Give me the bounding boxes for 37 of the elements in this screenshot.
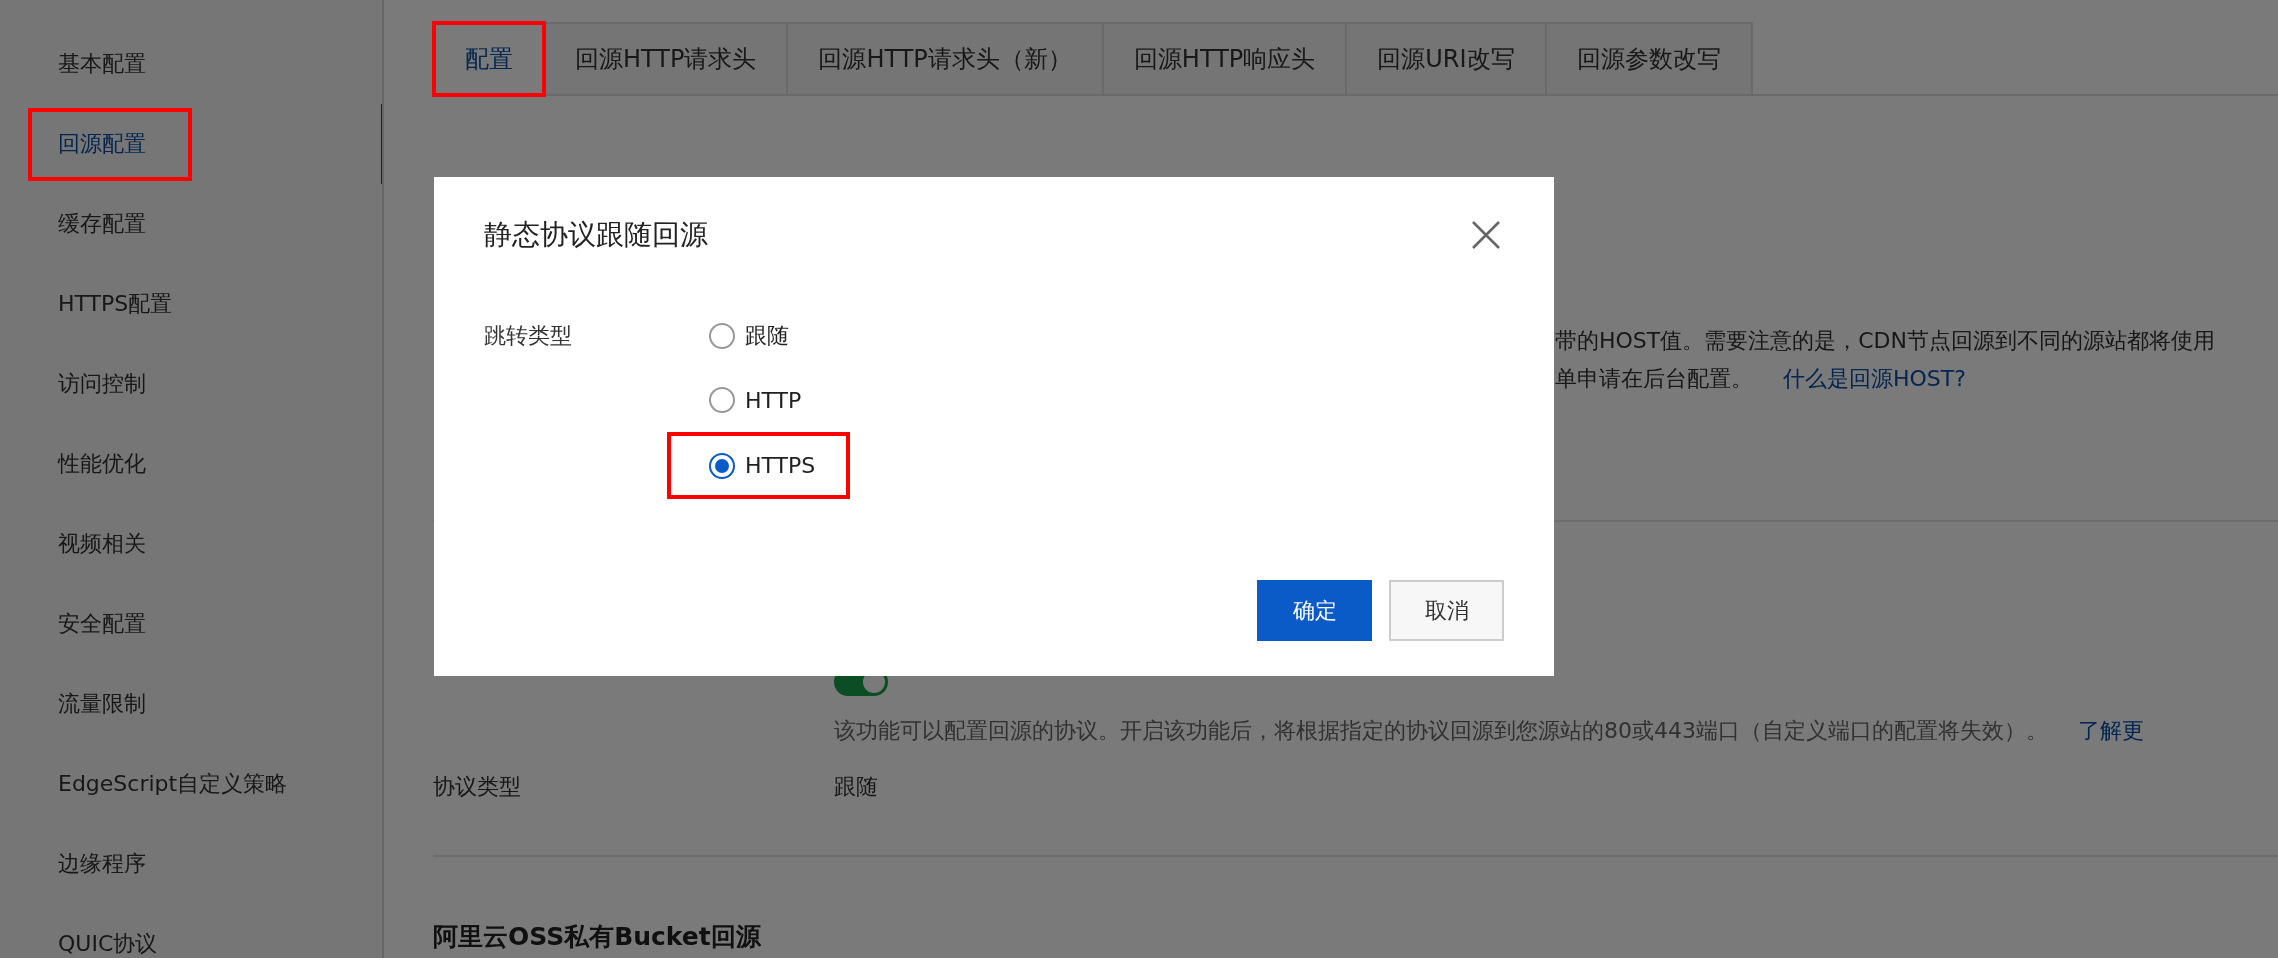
description-text: 该功能可以配置回源的协议。开启该功能后，将根据指定的协议回源到您源站的80或443端口（自定义端口的配置将失效）。 — [834, 717, 2048, 745]
field-label: 跳转类型 — [484, 322, 573, 350]
field-value: 跟随 — [834, 773, 878, 801]
field-label: 协议类型 — [433, 773, 522, 801]
learn-more-link[interactable]: 了解更 — [2078, 716, 2144, 746]
confirm-button[interactable]: 确定 — [1257, 580, 1372, 641]
sidebar-item[interactable]: EdgeScript自定义策略 — [0, 744, 382, 824]
radio-button[interactable] — [709, 452, 735, 479]
sidebar-item[interactable]: 边缘程序 — [0, 824, 382, 904]
sidebar-item[interactable]: 基本配置 — [0, 24, 382, 104]
sidebar-item[interactable]: 回源配置 — [0, 104, 382, 184]
sidebar-item[interactable]: 视频相关 — [0, 504, 382, 584]
description-text: 单申请在后台配置。 — [1555, 365, 1753, 393]
sidebar-item[interactable]: 访问控制 — [0, 344, 382, 424]
help-link[interactable]: 什么是回源HOST? — [1783, 360, 1966, 398]
description-text: 带的HOST值。需要注意的是，CDN节点回源到不同的源站都将使用 — [1555, 327, 2216, 355]
sidebar-item[interactable]: 性能优化 — [0, 424, 382, 504]
sidebar-item[interactable]: QUIC协议 — [0, 904, 382, 958]
sidebar-item[interactable]: HTTPS配置 — [0, 264, 382, 344]
radio-button[interactable] — [709, 387, 735, 413]
tab[interactable]: 回源HTTP请求头（新） — [786, 22, 1104, 94]
section-title: 阿里云OSS私有Bucket回源 — [433, 921, 762, 953]
cancel-button[interactable]: 取消 — [1389, 580, 1504, 641]
radio-label[interactable]: 跟随 — [745, 321, 789, 351]
sidebar-item[interactable]: 安全配置 — [0, 584, 382, 664]
tab[interactable]: 配置 — [433, 22, 545, 94]
radio-label[interactable]: HTTP — [745, 387, 802, 413]
sidebar-item[interactable]: 流量限制 — [0, 664, 382, 744]
tab[interactable]: 回源URI改写 — [1345, 22, 1547, 94]
radio-button[interactable] — [709, 323, 735, 349]
tab[interactable]: 回源HTTP请求头 — [543, 22, 789, 94]
sidebar-item[interactable]: 缓存配置 — [0, 184, 382, 264]
tab[interactable]: 回源参数改写 — [1544, 22, 1753, 94]
tab[interactable]: 回源HTTP响应头 — [1101, 22, 1348, 94]
radio-label[interactable]: HTTPS — [745, 453, 816, 478]
dialog-title: 静态协议跟随回源 — [484, 217, 708, 253]
close-icon[interactable] — [1470, 219, 1502, 251]
